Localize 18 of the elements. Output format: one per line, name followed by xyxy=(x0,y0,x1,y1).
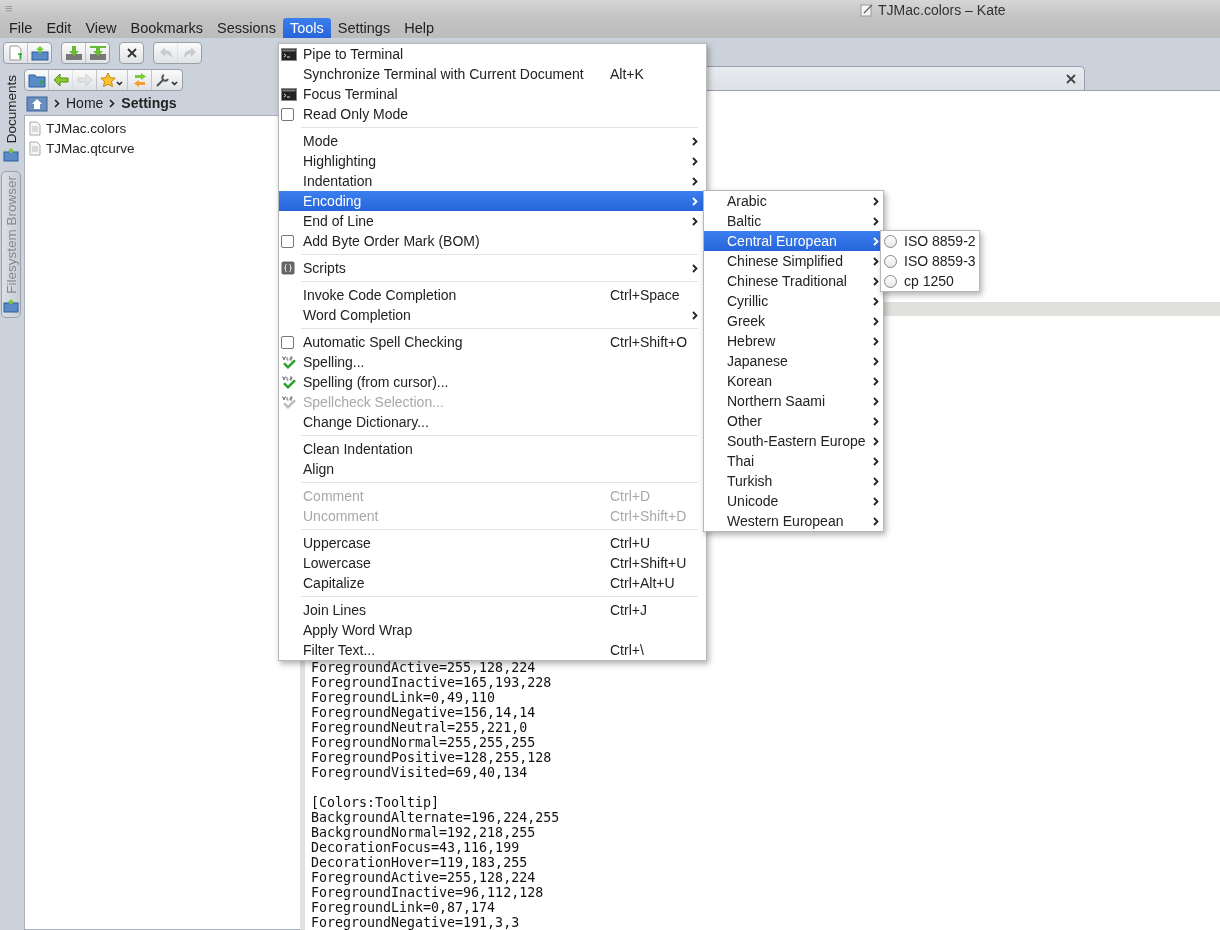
code-line: ForegroundNormal=255,255,255 xyxy=(311,735,537,750)
code-line: ForegroundInactive=165,193,228 xyxy=(311,675,553,690)
code-line: BackgroundAlternate=196,224,255 xyxy=(311,810,561,825)
code-line: ForegroundNegative=156,14,14 xyxy=(311,705,537,720)
code-line: BackgroundNormal=192,218,255 xyxy=(311,825,537,840)
code-line: ForegroundVisited=69,40,134 xyxy=(311,765,529,780)
code-line: ForegroundPositive=128,255,128 xyxy=(311,750,553,765)
window-title: TJMac.colors – Kate xyxy=(878,2,1006,18)
code-line: DecorationFocus=43,116,199 xyxy=(311,840,521,855)
code-line: ForegroundLink=0,87,174 xyxy=(311,900,497,915)
code-line: ForegroundLink=0,49,110 xyxy=(311,690,497,705)
code-line: ForegroundActive=255,128,224 xyxy=(311,660,537,675)
code-line: ForegroundInactive=96,112,128 xyxy=(311,885,545,900)
code-line: DecorationHover=119,183,255 xyxy=(311,855,529,870)
code-line: ForegroundNegative=191,3,3 xyxy=(311,915,521,930)
code-line: ForegroundActive=255,128,224 xyxy=(311,870,537,885)
code-line: ForegroundNeutral=255,221,0 xyxy=(311,720,529,735)
code-line: [Colors:Tooltip] xyxy=(311,795,441,810)
